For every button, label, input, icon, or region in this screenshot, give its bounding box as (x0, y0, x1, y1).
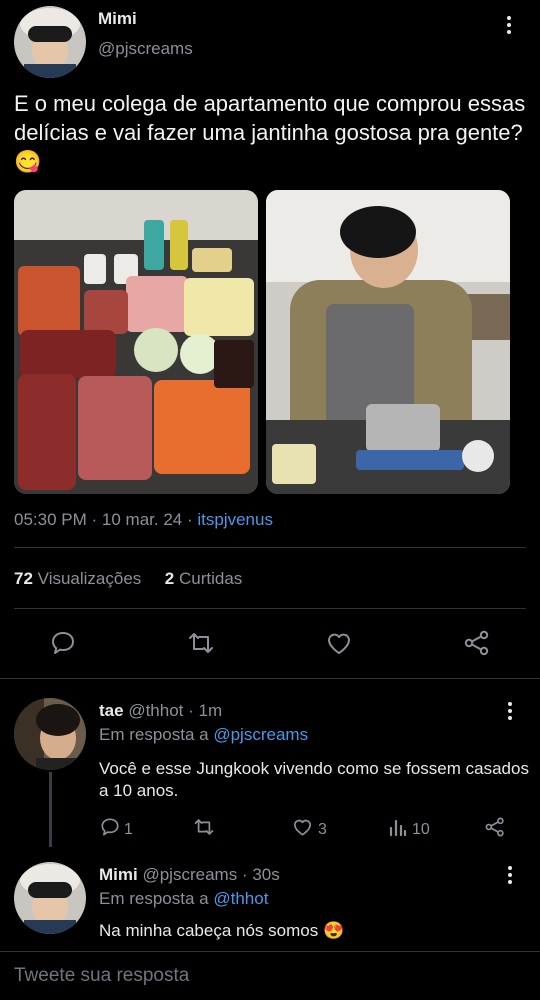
reply-avatar[interactable] (14, 862, 86, 934)
separator-dot: · (91, 510, 98, 529)
reply-to-handle[interactable]: @pjscreams (213, 725, 308, 744)
tweet-time: 05:30 PM (14, 510, 87, 529)
reply-time: 30s (252, 865, 280, 884)
more-icon[interactable] (503, 14, 515, 40)
separator-dot: · (186, 510, 193, 529)
like-icon (291, 817, 314, 842)
reply-time: 1m (198, 701, 223, 720)
reply-icon (100, 817, 120, 842)
tweet-text: E o meu colega de apartamento que compro… (14, 91, 526, 174)
likes-count[interactable]: 2 (165, 569, 174, 588)
tweet-stats: 72 Visualizações 2 Curtidas (14, 569, 242, 589)
like-icon[interactable] (325, 630, 353, 656)
reply-reply-button[interactable]: 1 (100, 817, 133, 842)
likes-label[interactable]: Curtidas (179, 569, 242, 588)
reply-views-button[interactable]: 10 (389, 817, 430, 842)
reply-to-handle[interactable]: @thhot (213, 889, 268, 908)
reply-author-handle[interactable]: @thhot (128, 701, 183, 720)
tweet-timestamp: 05:30 PM · 10 mar. 24 · itspjvenus (14, 510, 273, 530)
retweet-icon[interactable] (192, 817, 216, 842)
divider (14, 608, 526, 609)
more-icon[interactable] (504, 864, 516, 890)
views-count[interactable]: 72 (14, 569, 33, 588)
reply-replies-count: 1 (124, 820, 133, 838)
reply-icon[interactable] (50, 630, 76, 656)
reply-to: Em resposta a @pjscreams (99, 725, 308, 745)
reply-thread-line (49, 772, 52, 847)
divider (14, 547, 526, 548)
separator-dot: · (188, 701, 194, 720)
more-icon[interactable] (504, 700, 516, 726)
author-handle[interactable]: @pjscreams (98, 39, 193, 59)
reply-to-label: Em resposta a (99, 889, 209, 908)
tweet-image-groceries[interactable] (14, 190, 258, 494)
share-icon[interactable] (463, 630, 491, 656)
reply-views-count: 10 (412, 820, 430, 838)
reply-text: Você e esse Jungkook vivendo como se fos… (99, 759, 529, 800)
reply-author-name[interactable]: tae (99, 701, 124, 720)
share-icon[interactable] (484, 817, 506, 842)
reply-header: Mimi @pjscreams · 30s (99, 865, 280, 885)
reply-to: Em resposta a @thhot (99, 889, 268, 909)
reply-header: tae @thhot · 1m (99, 701, 222, 721)
reply-avatar[interactable] (14, 698, 86, 770)
divider (0, 678, 540, 679)
reply-to-label: Em resposta a (99, 725, 209, 744)
separator-dot: · (241, 865, 248, 884)
tweet-source[interactable]: itspjvenus (197, 510, 273, 529)
author-name[interactable]: Mimi (98, 9, 137, 29)
reply-like-button[interactable]: 3 (291, 817, 327, 842)
views-label[interactable]: Visualizações (38, 569, 142, 588)
views-icon (389, 817, 407, 842)
tweet-image-cooking[interactable] (266, 190, 510, 494)
reply-text: Na minha cabeça nós somos 😍 (99, 921, 345, 940)
tweet-date: 10 mar. 24 (101, 510, 183, 529)
reply-author-name[interactable]: Mimi (99, 865, 138, 884)
author-avatar[interactable] (14, 6, 86, 78)
reply-likes-count: 3 (318, 820, 327, 838)
reply-author-handle[interactable]: @pjscreams (142, 865, 237, 884)
divider (0, 951, 540, 952)
reply-composer-input[interactable]: Tweete sua resposta (14, 965, 189, 987)
retweet-icon[interactable] (186, 630, 216, 656)
